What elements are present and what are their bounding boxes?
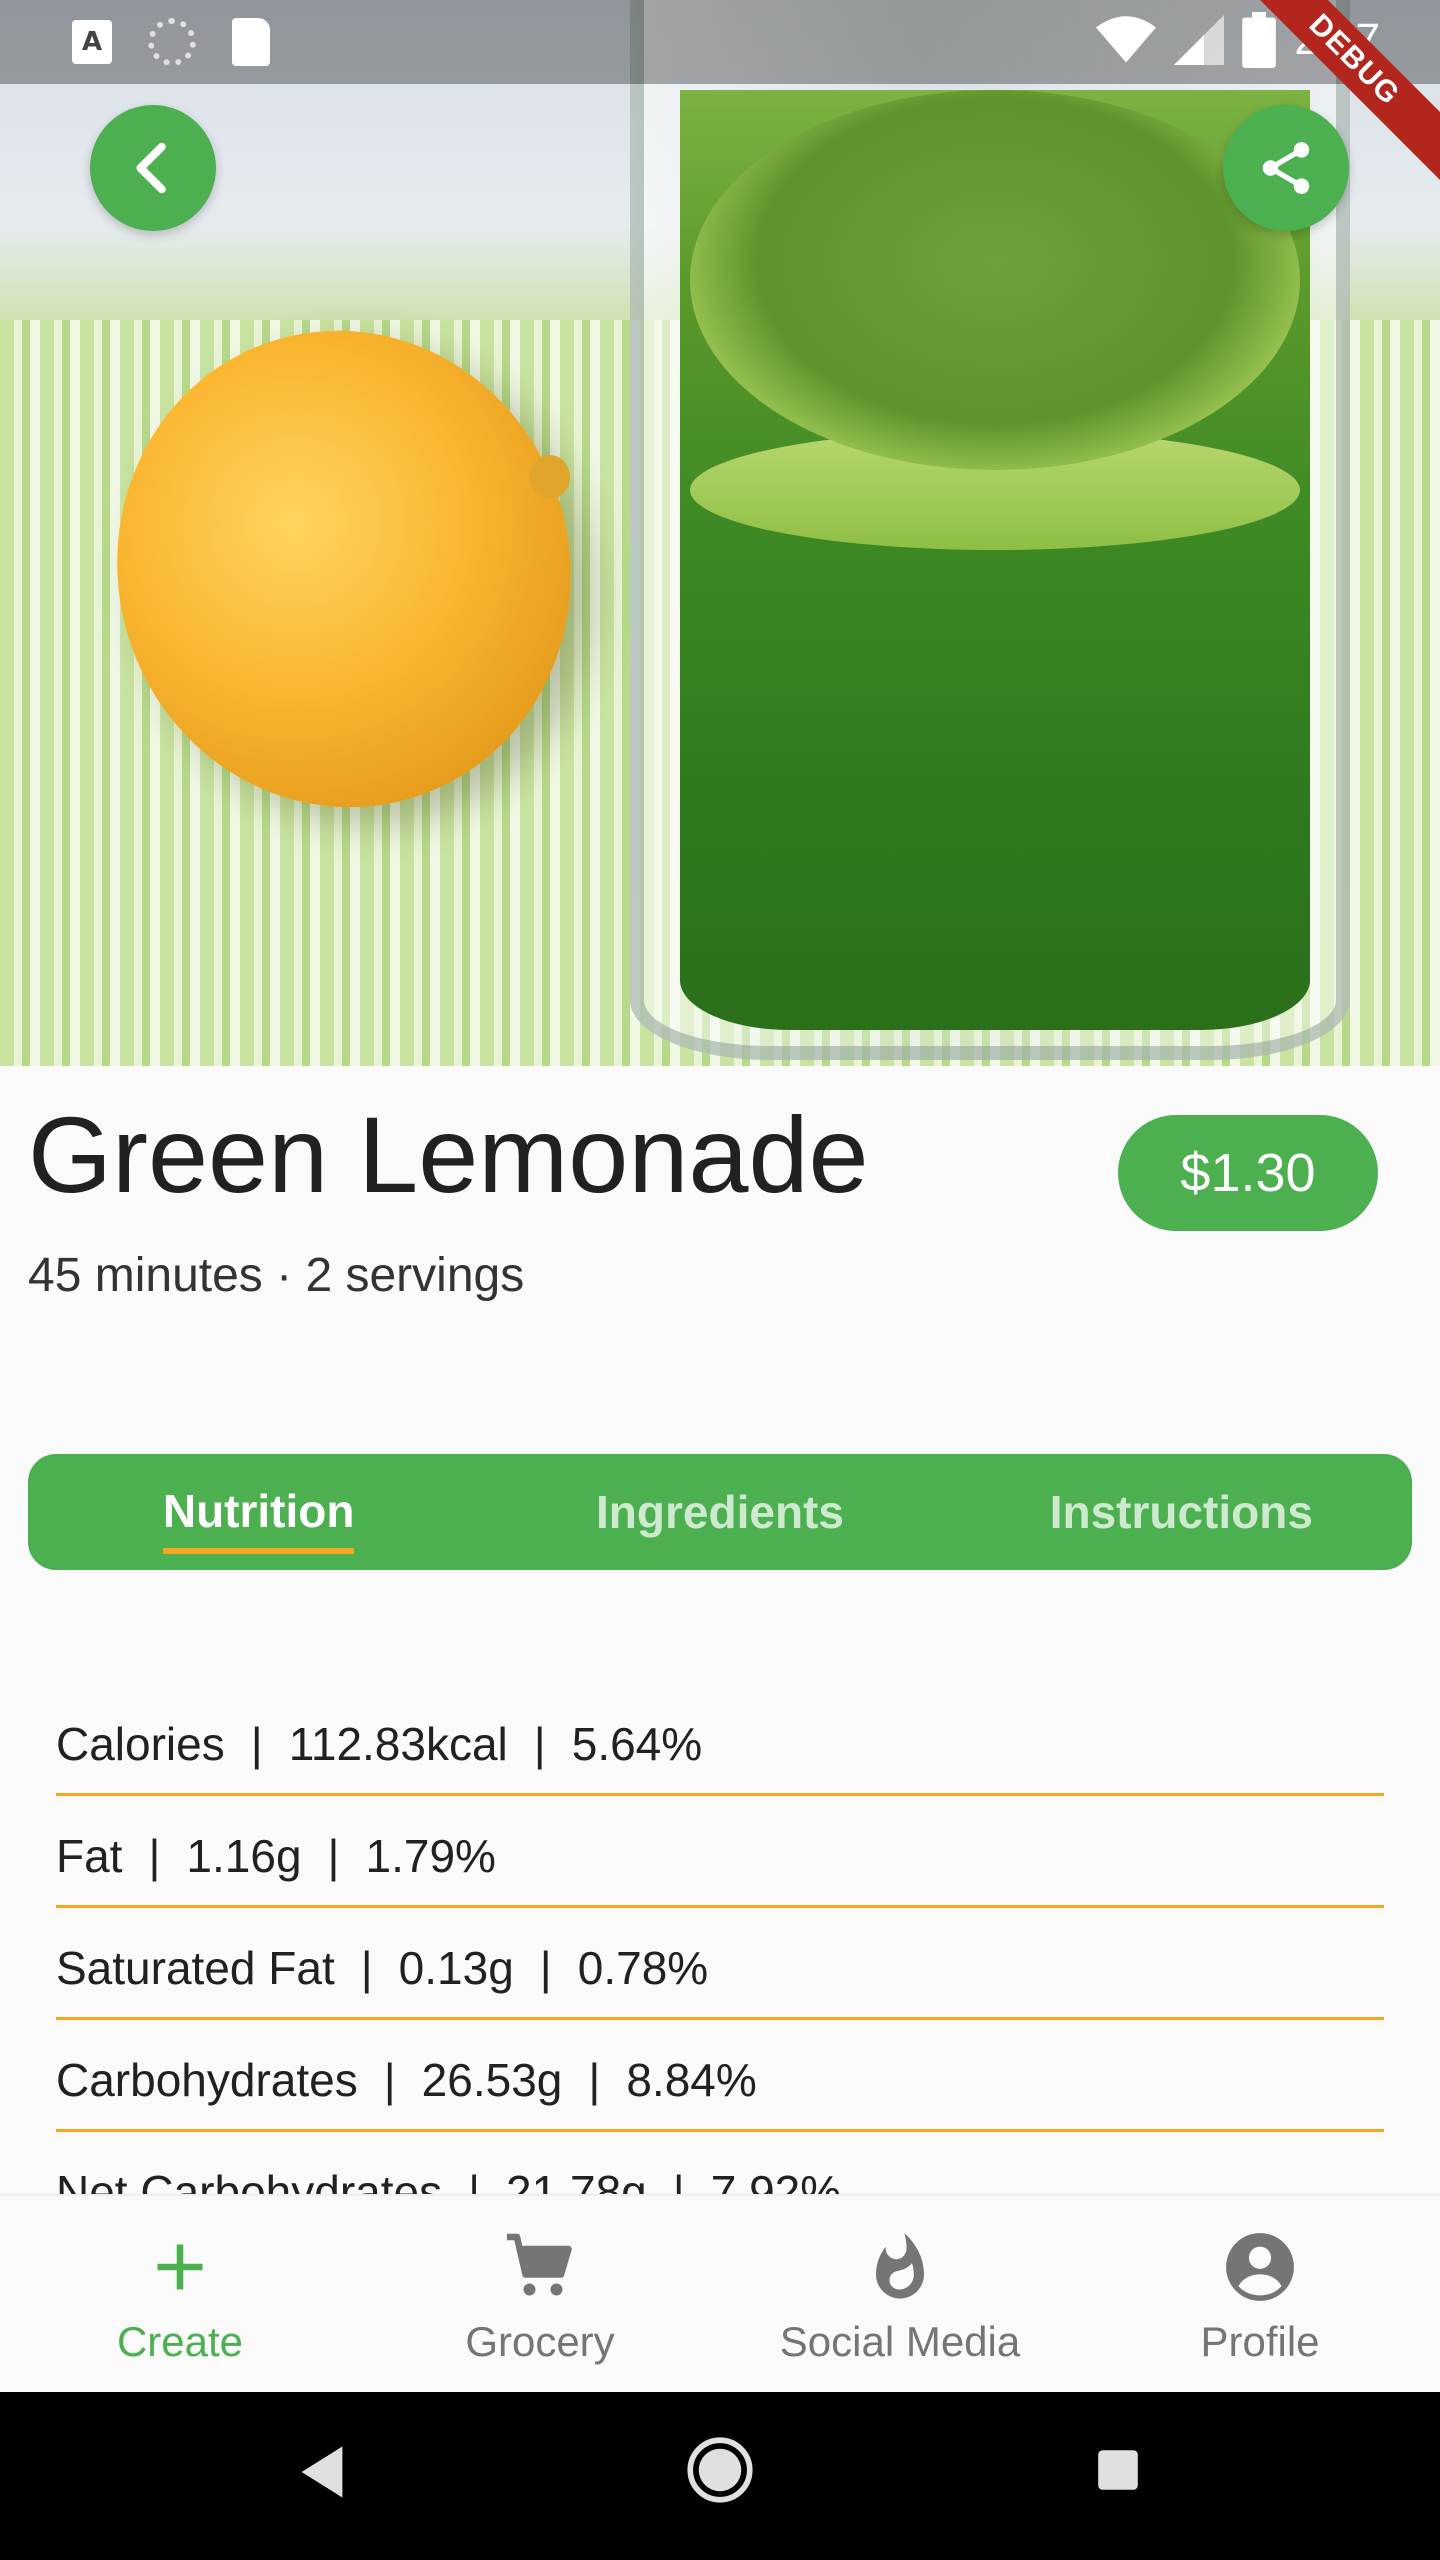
nutrient-percent: 1.79% xyxy=(365,1829,496,1882)
nutrient-amount: 112.83kcal xyxy=(288,1717,508,1770)
list-item: Carbohydrates | 26.53g | 8.84% xyxy=(56,2020,1384,2132)
tab-ingredients[interactable]: Ingredients xyxy=(489,1454,950,1570)
separator: | xyxy=(360,1941,373,1994)
nav-grocery[interactable]: Grocery xyxy=(360,2196,720,2392)
recipe-title: Green Lemonade xyxy=(28,1094,869,1215)
separator: | xyxy=(250,1717,263,1770)
separator: | xyxy=(468,2165,481,2195)
separator: | xyxy=(588,2053,601,2106)
list-item: Saturated Fat | 0.13g | 0.78% xyxy=(56,1908,1384,2020)
nutrient-name: Net Carbohydrates xyxy=(56,2165,443,2195)
nutrient-amount: 1.16g xyxy=(186,1829,302,1882)
nav-label: Social Media xyxy=(779,2318,1021,2365)
tab-instructions[interactable]: Instructions xyxy=(951,1454,1412,1570)
fire-icon xyxy=(876,2233,924,2299)
recents-square-icon[interactable] xyxy=(1096,2448,1140,2492)
plus-icon xyxy=(157,2244,203,2290)
nutrient-name: Calories xyxy=(56,1717,225,1770)
nutrient-amount: 21.78g xyxy=(506,2165,647,2195)
separator: | xyxy=(148,1829,161,1882)
recipe-hero-image: A 2:27 DEBUG xyxy=(0,0,1440,1066)
nutrition-list[interactable]: Calories | 112.83kcal | 5.64% Fat | 1.16… xyxy=(56,1684,1384,2194)
share-button[interactable] xyxy=(1223,105,1349,231)
wifi-icon xyxy=(1096,16,1157,63)
system-navigation-bar xyxy=(0,2392,1440,2560)
recipe-tabs: Nutrition Ingredients Instructions xyxy=(28,1454,1412,1570)
separator: | xyxy=(533,1717,546,1770)
nutrient-percent: 0.78% xyxy=(577,1941,709,1994)
app-a-icon: A xyxy=(72,20,112,64)
separator: | xyxy=(672,2165,685,2195)
separator: | xyxy=(383,2053,396,2106)
price-badge[interactable]: $1.30 xyxy=(1118,1115,1378,1231)
list-item: Fat | 1.16g | 1.79% xyxy=(56,1796,1384,1908)
back-triangle-icon[interactable] xyxy=(296,2444,348,2500)
sync-circle-icon xyxy=(148,18,196,66)
nutrient-name: Fat xyxy=(56,1829,123,1882)
separator: | xyxy=(539,1941,552,1994)
nutrient-name: Carbohydrates xyxy=(56,2053,358,2106)
tab-label: Ingredients xyxy=(596,1486,844,1538)
account-circle-icon xyxy=(1226,2233,1294,2301)
nav-label: Profile xyxy=(1200,2318,1320,2365)
cart-icon xyxy=(507,2233,572,2296)
nutrient-amount: 0.13g xyxy=(398,1941,514,1994)
recipe-meta: 45 minutes · 2 servings xyxy=(28,1249,525,1302)
sd-card-icon xyxy=(232,18,270,66)
nutrient-percent: 7.92% xyxy=(710,2165,842,2195)
status-bar: A 2:27 DEBUG xyxy=(0,0,1440,184)
nutrient-name: Saturated Fat xyxy=(56,1941,335,1994)
nutrient-percent: 8.84% xyxy=(626,2053,757,2106)
back-button[interactable] xyxy=(90,105,216,231)
nav-label: Grocery xyxy=(465,2318,615,2365)
nutrient-percent: 5.64% xyxy=(571,1717,703,1770)
list-item: Net Carbohydrates | 21.78g | 7.92% xyxy=(56,2132,1384,2195)
nav-label: Create xyxy=(116,2318,244,2365)
battery-icon xyxy=(1242,12,1277,68)
list-item: Calories | 112.83kcal | 5.64% xyxy=(56,1684,1384,1796)
chevron-left-icon xyxy=(136,142,166,194)
separator: | xyxy=(327,1829,340,1882)
foam-top xyxy=(690,90,1300,470)
tab-label: Instructions xyxy=(1049,1486,1313,1538)
share-icon xyxy=(1262,142,1310,194)
bottom-navigation: Create Grocery Social Media Profile xyxy=(0,2194,1440,2392)
nav-social-media[interactable]: Social Media xyxy=(720,2196,1080,2392)
nav-profile[interactable]: Profile xyxy=(1080,2196,1440,2392)
lemon-tip xyxy=(530,455,570,499)
signal-icon xyxy=(1174,15,1225,65)
lemon-illustration xyxy=(66,282,622,856)
home-circle-icon[interactable] xyxy=(686,2436,754,2504)
nav-create[interactable]: Create xyxy=(0,2196,360,2392)
nutrient-amount: 26.53g xyxy=(421,2053,563,2106)
tab-label: Nutrition xyxy=(162,1470,355,1554)
tab-nutrition[interactable]: Nutrition xyxy=(28,1454,489,1570)
